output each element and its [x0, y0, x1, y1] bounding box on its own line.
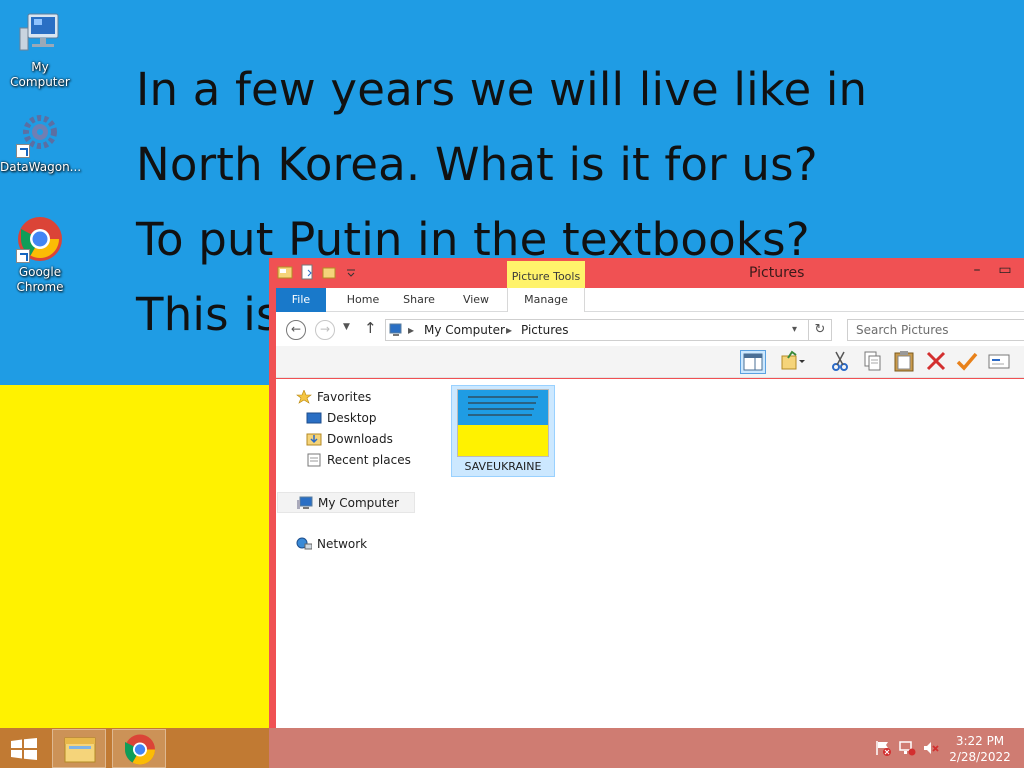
properties-icon	[988, 354, 1010, 369]
file-item-saveukraine[interactable]: SAVEUKRAINE	[451, 385, 555, 477]
network-icon	[296, 537, 312, 550]
recent-places-icon	[307, 453, 321, 467]
change-view-button[interactable]	[780, 350, 806, 374]
start-button[interactable]	[10, 738, 38, 760]
nav-network[interactable]: Network	[296, 537, 367, 551]
back-button[interactable]: ←	[286, 320, 306, 340]
preview-pane-button[interactable]	[740, 350, 766, 374]
paste-button[interactable]	[892, 350, 918, 374]
ribbon-tabs: File Home Share View Manage	[276, 288, 1024, 312]
computer-icon	[16, 10, 64, 58]
recent-locations-button[interactable]: ▼	[343, 322, 350, 332]
quick-access-toolbar	[277, 264, 359, 280]
desktop-icon-chrome[interactable]: Google Chrome	[0, 215, 80, 295]
delete-icon	[926, 351, 946, 371]
desktop-icon-my-computer[interactable]: My Computer	[0, 10, 80, 90]
checkmark-icon	[956, 352, 978, 371]
breadcrumb-my-computer[interactable]: My Computer	[424, 323, 505, 337]
wallpaper-line: North Korea. What is it for us?	[136, 138, 818, 191]
nav-downloads[interactable]: Downloads	[306, 432, 393, 446]
properties-button[interactable]	[987, 350, 1013, 374]
taskbar-chrome[interactable]	[112, 729, 166, 768]
desktop-icon-label: My Computer	[10, 60, 70, 89]
volume-muted-icon[interactable]	[922, 740, 940, 756]
nav-desktop[interactable]: Desktop	[306, 411, 377, 425]
nav-label: Desktop	[327, 411, 377, 425]
copy-button[interactable]	[860, 350, 886, 374]
tab-home[interactable]: Home	[338, 288, 388, 312]
nav-favorites[interactable]: Favorites	[296, 390, 371, 404]
windows-logo-icon	[11, 738, 37, 760]
nav-recent-places[interactable]: Recent places	[306, 453, 411, 467]
delete-button[interactable]	[924, 350, 950, 374]
chrome-icon	[16, 215, 64, 263]
copy-icon	[864, 351, 881, 371]
picture-tools-tab: Picture Tools	[507, 261, 585, 291]
breadcrumb-pictures[interactable]: Pictures	[521, 323, 569, 337]
file-name: SAVEUKRAINE	[464, 460, 542, 473]
content-area: Favorites Desktop Downloads Recent place…	[276, 379, 1024, 728]
breadcrumb-separator: ▸	[506, 323, 513, 337]
customize-arrow-icon[interactable]	[343, 264, 359, 280]
taskbar-file-explorer[interactable]	[52, 729, 106, 768]
desktop-icon-label: Google Chrome	[16, 265, 64, 294]
search-input[interactable]: Search Pictures	[847, 319, 1024, 341]
folder-icon	[277, 266, 293, 279]
cut-button[interactable]	[828, 350, 854, 374]
nav-label: My Computer	[318, 495, 399, 510]
star-icon	[296, 390, 312, 404]
minimize-button[interactable]: –	[963, 262, 991, 282]
nav-label: Recent places	[327, 453, 411, 467]
nav-my-computer[interactable]: My Computer	[277, 492, 415, 513]
nav-label: Downloads	[327, 432, 393, 446]
gear-icon	[16, 110, 64, 158]
wallpaper-line: In a few years we will live like in	[136, 63, 868, 116]
clock-date: 2/28/2022	[949, 750, 1011, 764]
address-row: ← → ▼ ↑ ▸ My Computer ▸ Pictures ▾ ↻ Sea…	[276, 312, 1024, 346]
up-button[interactable]: ↑	[364, 319, 377, 337]
nav-label: Favorites	[317, 390, 372, 404]
new-folder-icon[interactable]	[321, 264, 337, 280]
refresh-button[interactable]: ↻	[809, 319, 832, 341]
desktop-icon-label: DataWagon...	[0, 160, 82, 174]
maximize-button[interactable]: ▭	[991, 262, 1019, 282]
explorer-window: Picture Tools Pictures – ▭ File Home Sha…	[269, 258, 1024, 733]
paste-icon	[894, 351, 914, 372]
rename-button[interactable]	[955, 350, 981, 374]
address-bar[interactable]: ▸ My Computer ▸ Pictures ▾	[385, 319, 809, 341]
computer-icon	[297, 496, 313, 509]
system-clock[interactable]: 3:22 PM 2/28/2022	[944, 733, 1016, 765]
clock-time: 3:22 PM	[955, 734, 1005, 748]
scissors-icon	[832, 351, 848, 371]
window-title: Pictures	[749, 265, 805, 281]
taskbar	[0, 728, 1024, 768]
tab-file[interactable]: File	[276, 288, 326, 312]
title-bar[interactable]: Picture Tools Pictures – ▭	[269, 258, 1024, 291]
downloads-icon	[306, 433, 322, 446]
image-thumbnail	[457, 389, 549, 457]
computer-small-icon	[389, 323, 402, 336]
file-explorer-icon	[64, 737, 96, 763]
chevron-down-icon[interactable]: ▾	[792, 324, 797, 335]
properties-icon[interactable]	[299, 264, 315, 280]
chrome-icon	[125, 734, 155, 765]
network-status-icon[interactable]	[898, 740, 916, 756]
change-view-icon	[781, 350, 805, 370]
tab-manage[interactable]: Manage	[507, 288, 585, 312]
shortcut-arrow-icon	[16, 144, 30, 158]
action-center-flag-icon[interactable]	[874, 740, 892, 756]
tab-share[interactable]: Share	[394, 288, 444, 312]
breadcrumb-separator: ▸	[408, 323, 415, 337]
nav-label: Network	[317, 537, 368, 551]
tab-view[interactable]: View	[451, 288, 501, 312]
forward-button[interactable]: →	[315, 320, 335, 340]
navigation-pane: Favorites Desktop Downloads Recent place…	[276, 379, 436, 728]
shortcut-arrow-icon	[16, 249, 30, 263]
desktop-icon-datawagon[interactable]: DataWagon...	[0, 110, 82, 175]
preview-pane-icon	[743, 353, 763, 371]
command-toolbar	[276, 346, 1024, 378]
desktop-icon	[306, 412, 322, 424]
